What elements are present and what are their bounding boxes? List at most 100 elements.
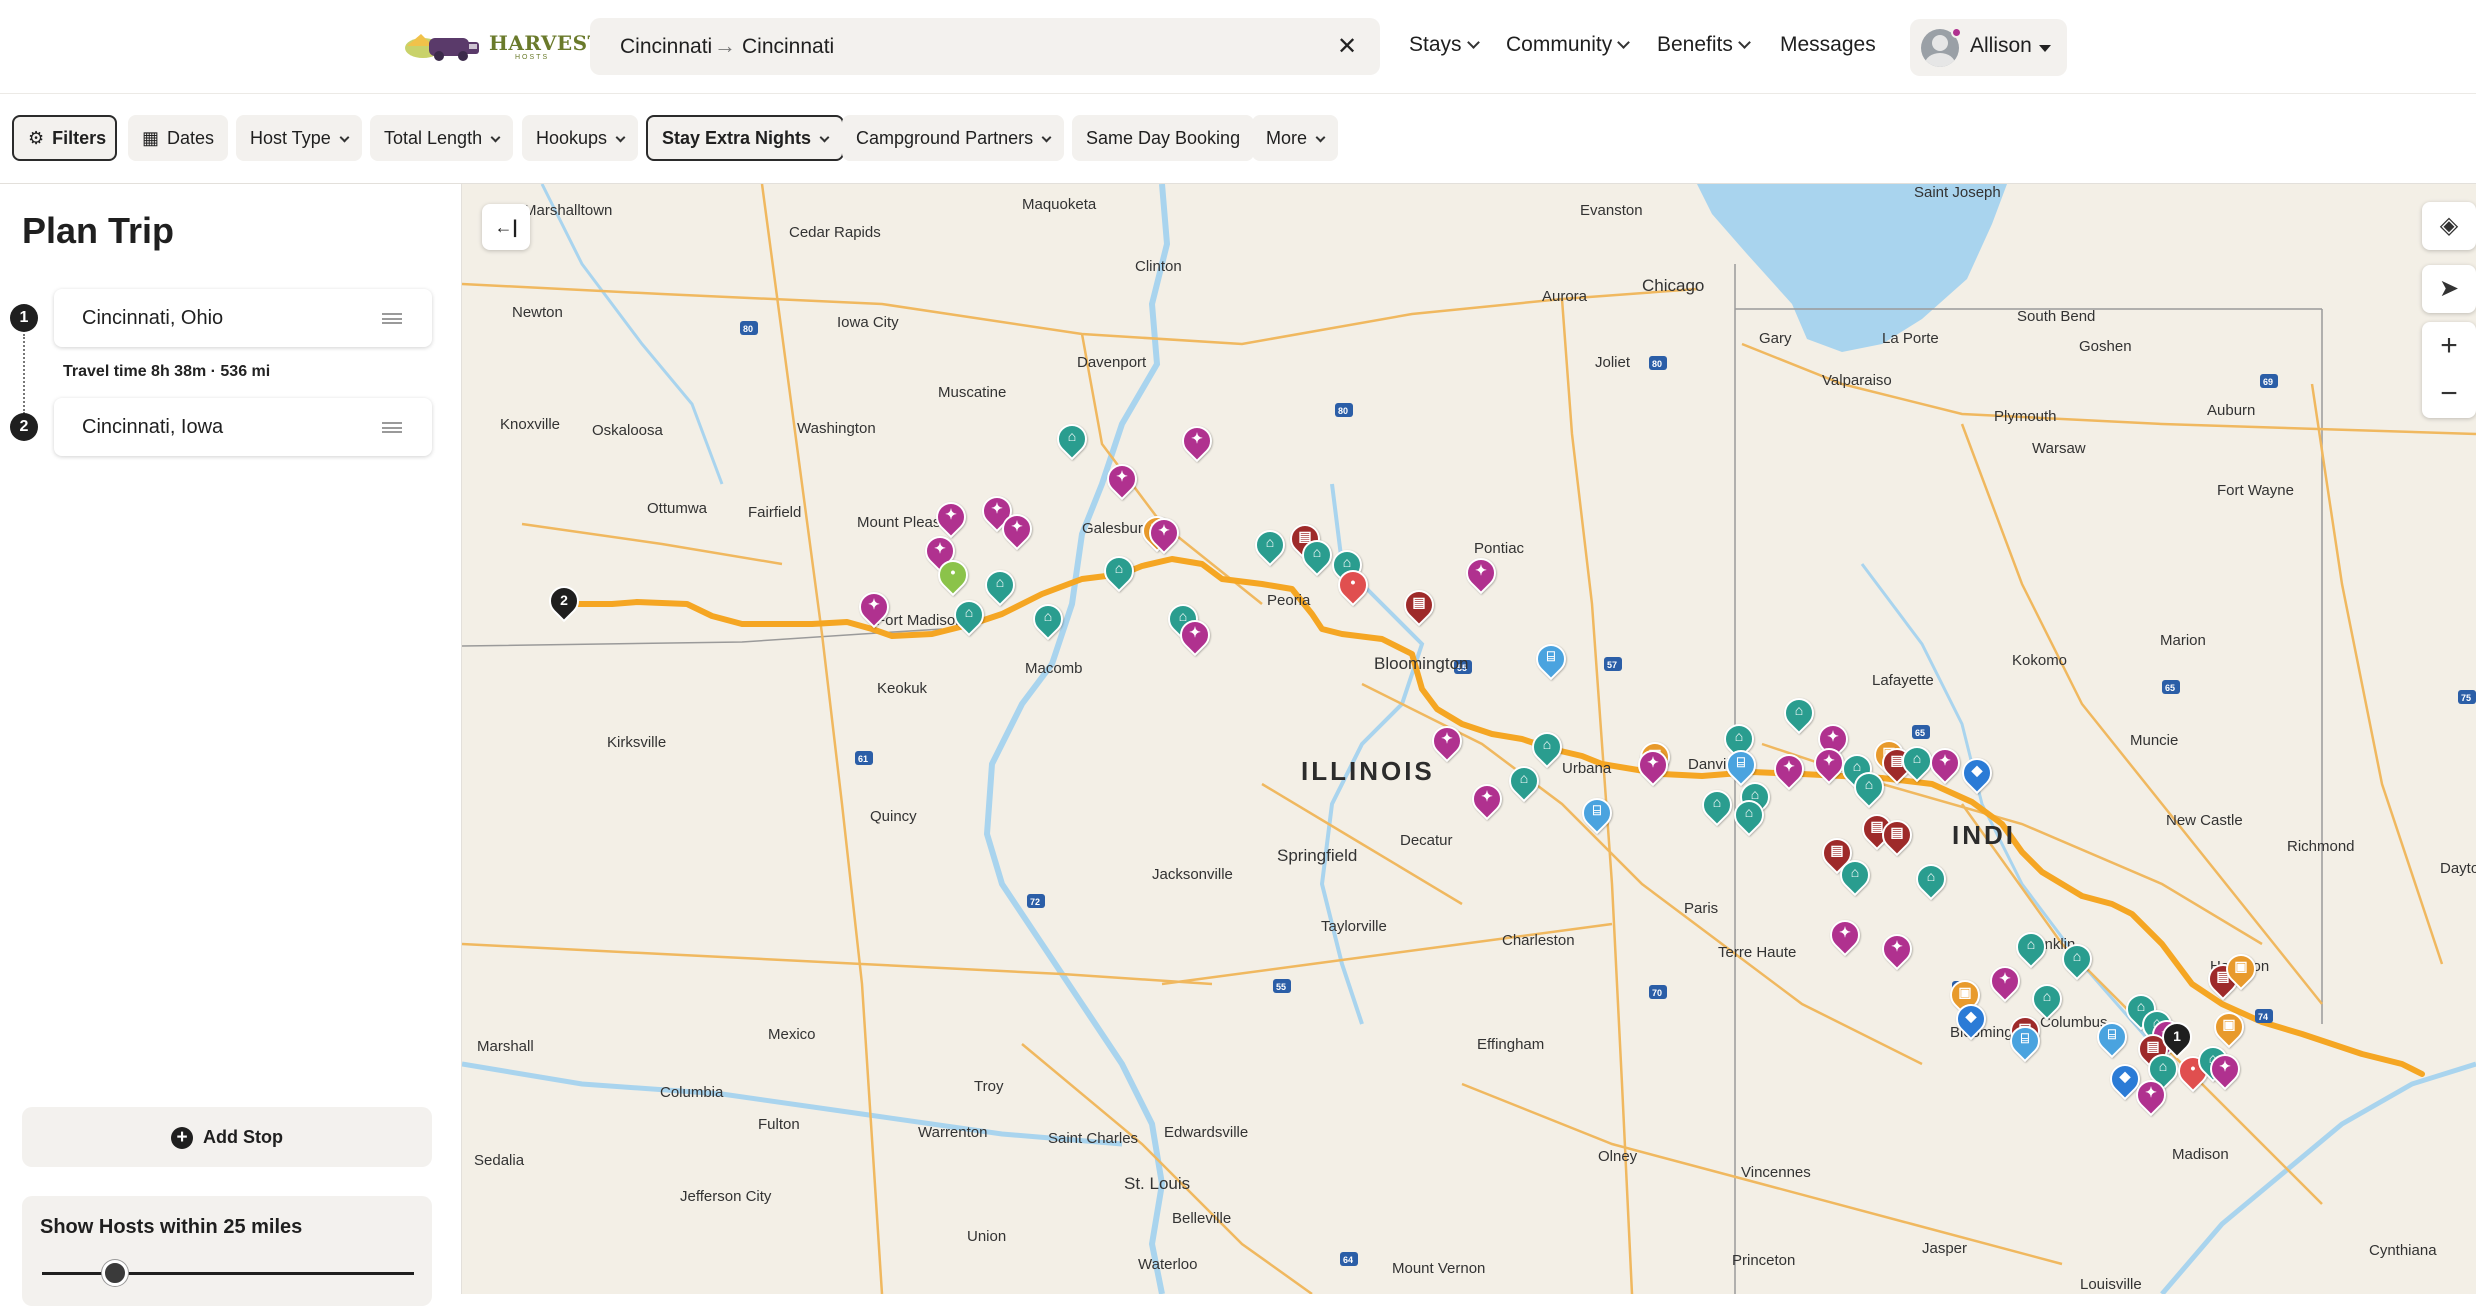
layers-icon[interactable]: ◈ <box>2422 202 2476 250</box>
host-pin-teal[interactable]: ⌂ <box>1847 765 1891 809</box>
host-pin-blue[interactable]: ⌸ <box>1529 637 1573 681</box>
host-pin-purple[interactable]: ✦ <box>1465 777 1509 821</box>
nav-stays[interactable]: Stays <box>1409 33 1480 57</box>
city-label: Kokomo <box>2012 652 2068 669</box>
radius-slider-track[interactable] <box>42 1272 414 1275</box>
city-label: Washington <box>797 420 876 437</box>
zoom-in-button[interactable]: + <box>2422 322 2476 370</box>
nav-community[interactable]: Community <box>1506 33 1631 57</box>
route-search[interactable]: Cincinnati → Cincinnati ✕ <box>590 18 1380 75</box>
host-pin-orange[interactable]: ▣ <box>2219 947 2263 991</box>
stay-extra-nights-filter[interactable]: Stay Extra Nights <box>646 115 845 161</box>
host-pin-purple[interactable]: ✦ <box>1142 511 1186 555</box>
host-pin-teal[interactable]: ⌂ <box>1525 725 1569 769</box>
stop-label-1: Cincinnati, Ohio <box>82 307 224 329</box>
host-pin-teal[interactable]: ⌂ <box>947 593 991 637</box>
host-pin-red[interactable]: ▤ <box>1397 583 1441 627</box>
host-pin-purple[interactable]: ✦ <box>1875 927 1919 971</box>
host-pin-teal[interactable]: ⌂ <box>1295 533 1339 577</box>
nav-messages[interactable]: Messages <box>1780 33 1876 57</box>
host-pin-purple[interactable]: ✦ <box>1807 741 1851 785</box>
host-pin-teal[interactable]: ⌂ <box>978 563 1022 607</box>
city-label: Marion <box>2160 632 2206 649</box>
nav-benefits[interactable]: Benefits <box>1657 33 1751 57</box>
host-pin-purple[interactable]: ✦ <box>1425 719 1469 763</box>
host-pin-purple[interactable]: ✦ <box>852 585 896 629</box>
host-pin-teal[interactable]: ⌂ <box>1248 523 1292 567</box>
host-pin-blue[interactable]: ⌸ <box>1719 743 1763 787</box>
filters-button[interactable]: ⚙ Filters <box>12 115 117 161</box>
host-pin-blue[interactable]: ◆ <box>1955 751 1999 795</box>
host-pin-teal[interactable]: ⌂ <box>1026 597 1070 641</box>
host-pin-green[interactable]: • <box>931 553 975 597</box>
host-pin-purple[interactable]: ✦ <box>2203 1047 2247 1091</box>
host-pin-blue[interactable]: ⌸ <box>1575 791 1619 835</box>
host-pin-teal[interactable]: ⌂ <box>1050 417 1094 461</box>
host-pin-blue[interactable]: ⌸ <box>2090 1015 2134 1059</box>
search-from: Cincinnati <box>620 35 713 58</box>
host-pin-red[interactable]: • <box>1331 563 1375 607</box>
route-marker-1[interactable]: 1 <box>2155 1015 2199 1059</box>
harvest-hosts-logo[interactable]: HARVEST HOSTS <box>403 28 602 64</box>
dates-filter[interactable]: ▦ Dates <box>128 115 229 161</box>
host-pin-purple[interactable]: ✦ <box>1100 457 1144 501</box>
dates-label: Dates <box>167 128 215 148</box>
host-type-label: Host Type <box>250 128 331 148</box>
host-pin-purple[interactable]: ✦ <box>1175 419 1219 463</box>
host-pin-teal[interactable]: ⌂ <box>2009 925 2053 969</box>
hookups-filter[interactable]: Hookups <box>522 115 639 161</box>
drag-handle-icon[interactable] <box>382 313 402 324</box>
host-pin-purple[interactable]: ✦ <box>1459 551 1503 595</box>
logo-subtext: HOSTS <box>515 54 550 61</box>
host-pin-purple[interactable]: ✦ <box>1983 959 2027 1003</box>
host-pin-purple[interactable]: ✦ <box>1823 913 1867 957</box>
host-pin-teal[interactable]: ⌂ <box>2055 937 2099 981</box>
host-pin-purple[interactable]: ✦ <box>2129 1073 2173 1117</box>
stop-card-2[interactable]: Cincinnati, Iowa <box>54 398 432 456</box>
host-pin-teal[interactable]: ⌂ <box>1097 549 1141 593</box>
host-pin-teal[interactable]: ⌂ <box>1695 783 1739 827</box>
nav-stays-label: Stays <box>1409 33 1462 56</box>
host-pin-purple[interactable]: ✦ <box>1767 747 1811 791</box>
city-label: Pontiac <box>1474 540 1525 557</box>
drag-handle-icon[interactable] <box>382 422 402 433</box>
host-pin-blue[interactable]: ◆ <box>1949 997 1993 1041</box>
add-stop-button[interactable]: + Add Stop <box>22 1107 432 1167</box>
host-pin-purple[interactable]: ✦ <box>1631 743 1675 787</box>
host-pin-teal[interactable]: ⌂ <box>2025 977 2069 1021</box>
city-label: St. Louis <box>1124 1174 1191 1193</box>
city-label: Marshall <box>477 1038 534 1055</box>
host-pin-teal[interactable]: ⌂ <box>1895 739 1939 783</box>
host-pin-teal[interactable]: ⌂ <box>1909 857 1953 901</box>
host-pin-orange[interactable]: ▣ <box>2207 1005 2251 1049</box>
locate-icon[interactable]: ➤ <box>2422 265 2476 313</box>
host-pin-purple[interactable]: ✦ <box>929 495 973 539</box>
host-pin-purple[interactable]: ✦ <box>1923 741 1967 785</box>
city-label: Valparaiso <box>1822 372 1892 389</box>
radius-slider-thumb[interactable] <box>102 1260 128 1286</box>
host-pin-purple[interactable]: ✦ <box>995 507 1039 551</box>
close-icon[interactable]: ✕ <box>1332 32 1362 62</box>
campground-partners-filter[interactable]: Campground Partners <box>842 115 1065 161</box>
host-pin-teal[interactable]: ⌂ <box>1777 691 1821 735</box>
same-day-booking-filter[interactable]: Same Day Booking <box>1072 115 1255 161</box>
host-pin-teal[interactable]: ⌂ <box>1502 759 1546 803</box>
total-length-filter[interactable]: Total Length <box>370 115 514 161</box>
city-label: Macomb <box>1025 660 1083 677</box>
host-pin-blue[interactable]: ⌸ <box>2003 1019 2047 1063</box>
host-pin-teal[interactable]: ⌂ <box>1833 853 1877 897</box>
map-view[interactable]: 80 80 69 80 55 57 65 65 61 72 55 70 69 7… <box>462 184 2476 1294</box>
user-menu[interactable]: Allison <box>1910 19 2067 76</box>
route-marker-2[interactable]: 2 <box>542 579 586 623</box>
host-pin-red[interactable]: ▤ <box>1875 813 1919 857</box>
collapse-sidebar-button[interactable]: ←| <box>482 204 530 250</box>
city-label: Muscatine <box>938 384 1007 401</box>
more-filter[interactable]: More <box>1252 115 1339 161</box>
host-type-filter[interactable]: Host Type <box>236 115 362 161</box>
city-label: New Castle <box>2166 812 2243 829</box>
host-pin-teal[interactable]: ⌂ <box>1727 793 1771 837</box>
zoom-out-button[interactable]: − <box>2422 370 2476 418</box>
sliders-icon: ⚙ <box>28 128 45 148</box>
stop-card-1[interactable]: Cincinnati, Ohio <box>54 289 432 347</box>
host-pin-purple[interactable]: ✦ <box>1173 613 1217 657</box>
